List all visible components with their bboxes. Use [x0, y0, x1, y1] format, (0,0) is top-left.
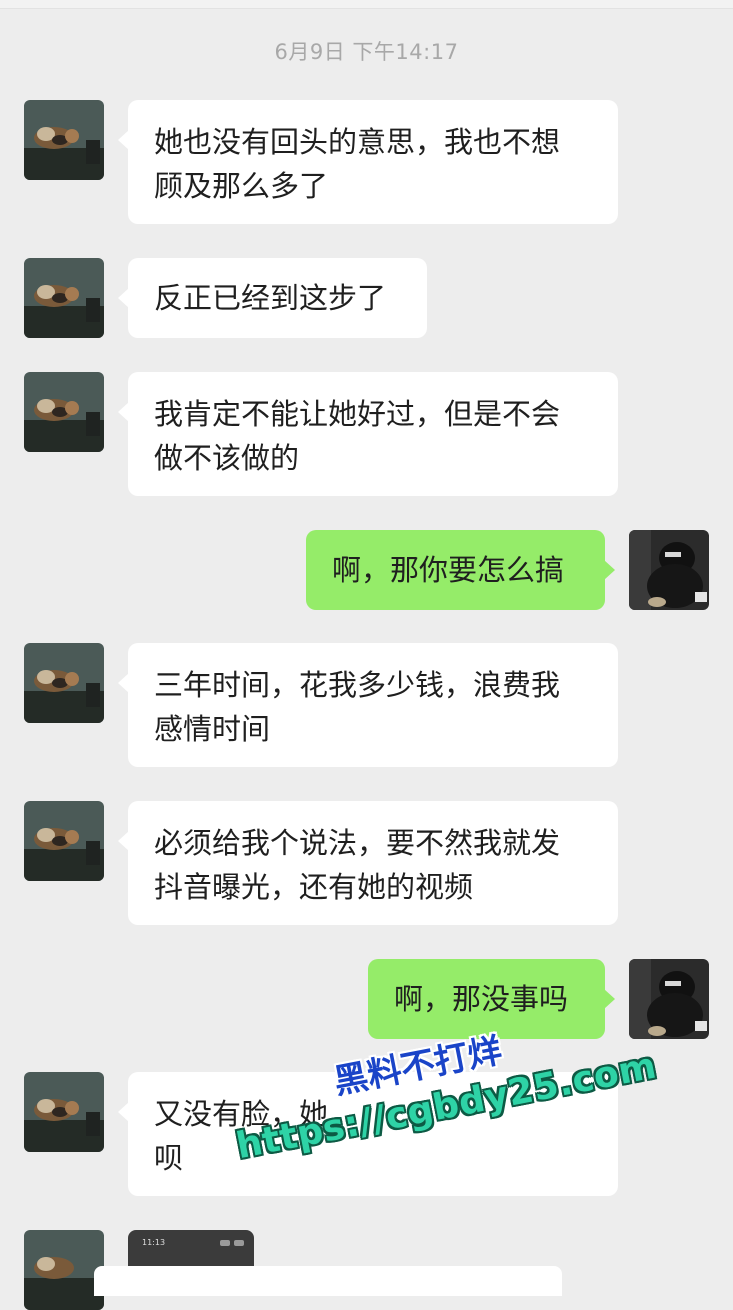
contact-avatar[interactable]	[24, 1072, 104, 1152]
status-bar-edge	[0, 0, 733, 9]
contact-avatar[interactable]	[24, 643, 104, 723]
contact-avatar[interactable]	[24, 801, 104, 881]
hooded-person-avatar-icon	[629, 959, 709, 1039]
cat-avatar-icon	[24, 258, 104, 338]
bottom-input-bar[interactable]	[94, 1266, 562, 1296]
message-line: 反正已经到这步了	[154, 281, 387, 315]
message-line: 抖音曝光，还有她的视频	[154, 870, 474, 904]
cat-avatar-icon	[24, 643, 104, 723]
contact-avatar[interactable]	[24, 258, 104, 338]
message-line: 她也没有回头的意思，我也不想	[154, 125, 561, 159]
message-line: 呗	[154, 1141, 184, 1175]
message-line: 啊，那你要怎么搞	[332, 553, 565, 587]
message-line: 又没有脸，她	[154, 1097, 329, 1131]
message-line: 我肯定不能让她好过，但是不会	[154, 397, 561, 431]
thumbnail-time-text: 11:13	[142, 1238, 166, 1247]
cat-avatar-icon	[24, 372, 104, 452]
message-bubble-incoming[interactable]: 又没有脸，她 呗	[118, 1072, 618, 1196]
thumbnail-status-icon	[220, 1240, 230, 1246]
contact-avatar[interactable]	[24, 100, 104, 180]
message-line: 感情时间	[154, 712, 271, 746]
message-bubble-incoming[interactable]: 三年时间，花我多少钱，浪费我 感情时间	[118, 643, 618, 767]
message-line: 必须给我个说法，要不然我就发	[154, 826, 561, 860]
self-avatar[interactable]	[629, 530, 709, 610]
cat-avatar-icon	[24, 801, 104, 881]
contact-avatar[interactable]	[24, 1230, 104, 1310]
message-bubble-outgoing[interactable]: 啊，那你要怎么搞	[306, 530, 615, 610]
cat-avatar-icon	[24, 100, 104, 180]
hooded-person-avatar-icon	[629, 530, 709, 610]
message-bubble-incoming[interactable]: 反正已经到这步了	[118, 258, 427, 338]
cat-avatar-icon	[24, 1072, 104, 1152]
message-bubble-incoming[interactable]: 她也没有回头的意思，我也不想 顾及那么多了	[118, 100, 618, 224]
message-line: 啊，那没事吗	[394, 982, 569, 1016]
cat-avatar-icon	[24, 1230, 104, 1310]
message-bubble-outgoing[interactable]: 啊，那没事吗	[368, 959, 615, 1039]
message-bubble-incoming[interactable]: 必须给我个说法，要不然我就发 抖音曝光，还有她的视频	[118, 801, 618, 925]
self-avatar[interactable]	[629, 959, 709, 1039]
message-line: 顾及那么多了	[154, 169, 329, 203]
message-timestamp: 6月9日 下午14:17	[274, 40, 459, 64]
message-line: 三年时间，花我多少钱，浪费我	[154, 668, 561, 702]
contact-avatar[interactable]	[24, 372, 104, 452]
message-line: 做不该做的	[154, 441, 300, 475]
message-bubble-incoming[interactable]: 我肯定不能让她好过，但是不会 做不该做的	[118, 372, 618, 496]
thumbnail-status-icon	[234, 1240, 244, 1246]
